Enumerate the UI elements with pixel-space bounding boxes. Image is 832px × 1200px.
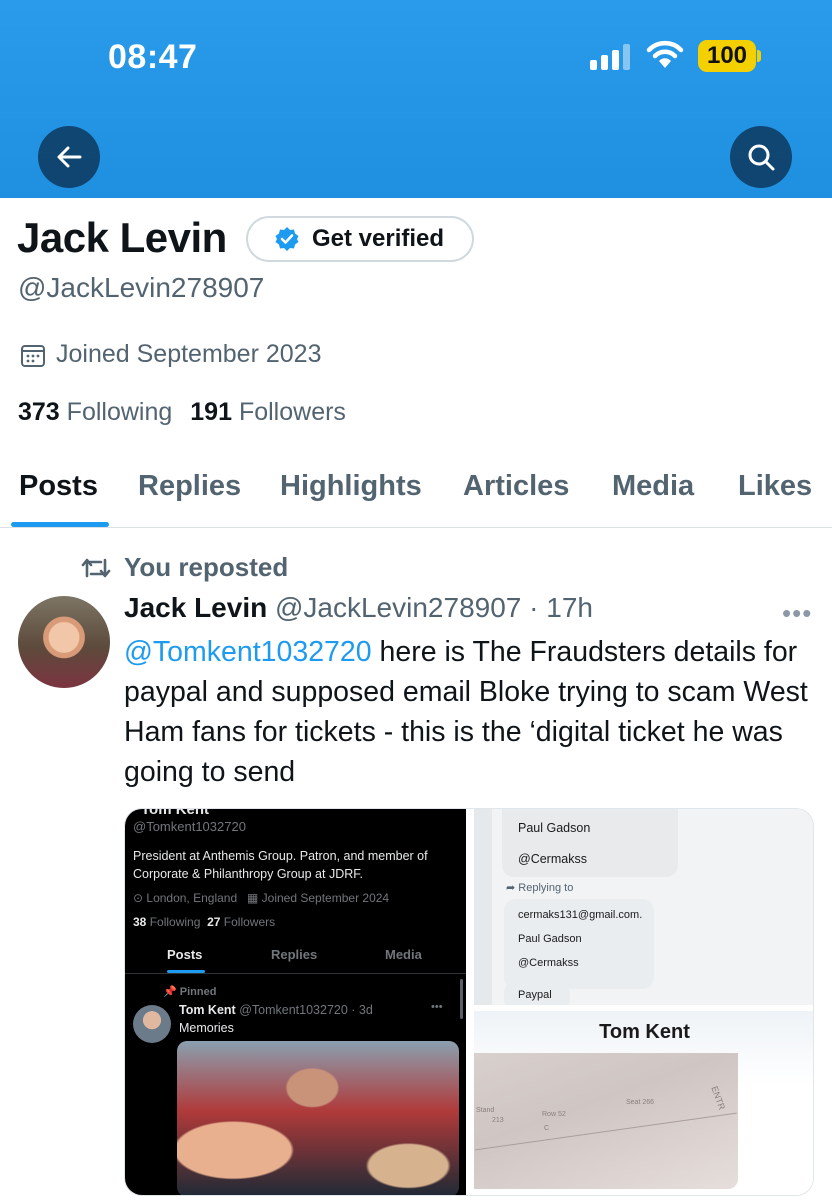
ss1-tab-posts: Posts xyxy=(167,947,203,962)
ss2-handle-2: @Cermakss xyxy=(518,957,579,969)
ss1-scrollbar xyxy=(460,979,463,1019)
post-text: @Tomkent1032720 here is The Fraudsters d… xyxy=(124,632,824,792)
battery-tip xyxy=(757,50,761,62)
author-avatar[interactable] xyxy=(18,596,110,688)
ss1-tab-replies: Replies xyxy=(271,947,318,962)
ss1-pinned: 📌 Pinned xyxy=(163,986,217,998)
ss3-ticket-block: 213 xyxy=(492,1117,504,1124)
cellular-signal-icon xyxy=(590,44,632,70)
search-icon xyxy=(748,144,775,171)
get-verified-label: Get verified xyxy=(312,225,445,252)
followers-label: Followers xyxy=(238,398,346,426)
ss3-ticket-row: Row 52 xyxy=(542,1111,566,1118)
tab-articles[interactable]: Articles xyxy=(463,470,569,503)
ss3-ticket-line xyxy=(475,1112,737,1151)
ss1-post-more-icon: ••• xyxy=(431,1001,443,1013)
arrow-left-icon xyxy=(57,146,82,168)
status-time: 08:47 xyxy=(108,38,198,76)
ss1-joined: ▦ Joined September 2024 xyxy=(247,891,390,905)
joined-text: Joined September 2023 xyxy=(56,340,322,368)
search-button[interactable] xyxy=(730,126,792,188)
followers-count: 191 xyxy=(190,398,232,426)
ss3-ticket-photo: Stand 213 Row 52 C Seat 266 ENTR xyxy=(474,1053,738,1189)
get-verified-button[interactable]: Get verified xyxy=(246,216,474,262)
ss1-avatar xyxy=(133,1005,171,1043)
tab-media[interactable]: Media xyxy=(612,470,694,503)
post-mention-link[interactable]: @Tomkent1032720 xyxy=(124,636,372,668)
tab-highlights[interactable]: Highlights xyxy=(280,470,422,503)
ss1-handle: @Tomkent1032720 xyxy=(133,819,246,834)
media-image-profile-screenshot[interactable]: Tom Kent @Tomkent1032720 President at An… xyxy=(125,808,466,1195)
ss3-ticket-side: ENTR xyxy=(709,1084,728,1112)
follow-stats: 373 Following 191 Followers xyxy=(18,398,346,427)
active-tab-indicator xyxy=(11,522,109,527)
ss1-stadium-photo xyxy=(177,1041,459,1195)
ss1-follow-stats: 38 Following 27 Followers xyxy=(133,915,276,929)
following-count: 373 xyxy=(18,398,60,426)
post-time: · 17h xyxy=(529,592,593,623)
ss2-paypal: Paypal xyxy=(518,989,552,1001)
calendar-icon xyxy=(21,344,45,367)
ss1-location-icon: ⊙ xyxy=(133,891,147,905)
post-header: Jack Levin @JackLevin278907 · 17h xyxy=(124,592,593,624)
tab-posts[interactable]: Posts xyxy=(19,470,98,503)
following-label: Following xyxy=(66,398,173,426)
ss2-bubble-1 xyxy=(502,809,678,877)
post-author-name[interactable]: Jack Levin xyxy=(124,592,267,623)
more-options-icon[interactable]: ••• xyxy=(782,598,812,629)
ss1-pin-icon: 📌 xyxy=(163,986,180,998)
verified-badge-icon xyxy=(275,227,299,251)
back-button[interactable] xyxy=(38,126,100,188)
ss2-replying-to: ➦ Replying to xyxy=(506,882,574,894)
ss3-ticket-gate: C xyxy=(544,1125,550,1132)
ss1-top-name: Tom Kent xyxy=(141,808,210,818)
profile-handle: @JackLevin278907 xyxy=(18,272,265,303)
ss2-reply-arrow-icon: ➦ xyxy=(506,882,519,894)
ss1-calendar-icon: ▦ xyxy=(247,891,262,905)
ss2-name-1: Paul Gadson xyxy=(518,821,591,835)
wifi-icon xyxy=(646,40,684,70)
following-link[interactable]: 373 Following xyxy=(18,398,172,426)
ss1-bio-line2: Corporate & Philanthropy Group at JDRF. xyxy=(133,867,363,881)
ss2-name-2: Paul Gadson xyxy=(518,933,582,945)
media-image-messages-screenshot[interactable]: Paul Gadson @Cermakss ➦ Replying to cerm… xyxy=(474,809,813,1005)
ss3-ticket-stand: Stand xyxy=(476,1107,495,1114)
profile-banner xyxy=(0,0,832,198)
battery-indicator: 100 xyxy=(698,40,756,72)
ss3-ticket-seat: Seat 266 xyxy=(626,1099,655,1106)
media-separator-vertical xyxy=(466,809,474,1195)
ss2-handle-1: @Cermakss xyxy=(518,852,587,866)
ss1-post-header: Tom Kent @Tomkent1032720 · 3d xyxy=(179,1003,373,1017)
ss1-post-text: Memories xyxy=(179,1021,234,1035)
ss1-location: ⊙ London, England xyxy=(133,891,238,905)
repost-icon xyxy=(81,558,111,577)
followers-link[interactable]: 191 Followers xyxy=(190,398,346,426)
joined-date: Joined September 2023 xyxy=(20,340,321,369)
ss1-divider xyxy=(125,973,466,974)
post-media-grid[interactable]: Tom Kent @Tomkent1032720 President at An… xyxy=(124,808,814,1196)
profile-name: Jack Levin xyxy=(17,214,227,261)
ss3-name: Tom Kent xyxy=(599,1021,690,1043)
repost-indicator: You reposted xyxy=(80,552,288,583)
tab-likes[interactable]: Likes xyxy=(738,470,812,503)
post-author-handle[interactable]: @JackLevin278907 xyxy=(275,592,521,623)
ss1-bio-line1: President at Anthemis Group. Patron, and… xyxy=(133,849,428,863)
media-image-ticket-screenshot[interactable]: Tom Kent Stand 213 Row 52 C Seat 266 ENT… xyxy=(474,1011,813,1195)
ss2-left-edge xyxy=(474,809,492,1005)
tab-replies[interactable]: Replies xyxy=(138,470,241,503)
profile-tabs: Posts Replies Highlights Articles Media … xyxy=(0,466,832,528)
ss2-email: cermaks131@gmail.com. xyxy=(518,909,643,921)
ss1-tab-media: Media xyxy=(385,947,422,962)
repost-label: You reposted xyxy=(124,552,289,582)
